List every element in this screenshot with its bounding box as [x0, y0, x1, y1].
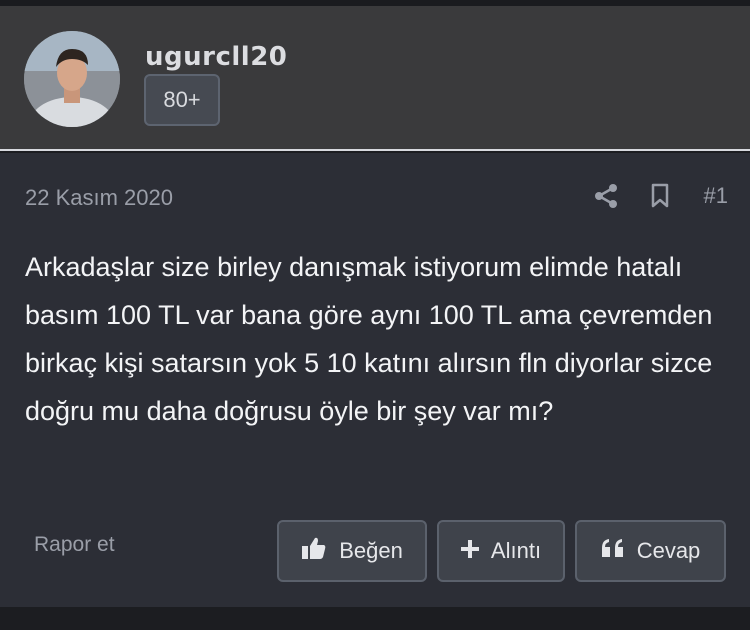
post-body: Arkadaşlar size birley danışmak istiyoru…	[25, 252, 713, 426]
share-icon[interactable]	[592, 181, 620, 211]
post-author-header: ugurcll20 80+	[0, 6, 750, 151]
reply-label: Cevap	[636, 538, 701, 563]
bookmark-icon[interactable]	[646, 181, 674, 211]
thumbs-up-icon	[301, 536, 327, 566]
username[interactable]: ugurcll20	[145, 42, 287, 72]
quote-button[interactable]: Alıntı	[437, 520, 565, 582]
quote-label: Alıntı	[490, 538, 542, 563]
quote-marks-icon	[601, 538, 625, 564]
bottom-strip	[0, 607, 750, 630]
post: 22 Kasım 2020 #1 Arkadaşlar size birley …	[0, 153, 750, 607]
plus-icon	[460, 538, 479, 564]
like-button[interactable]: Beğen	[277, 520, 427, 582]
report-link[interactable]: Rapor et	[34, 533, 115, 557]
post-date[interactable]: 22 Kasım 2020	[25, 185, 173, 211]
post-top-actions: #1	[592, 181, 728, 211]
reply-button[interactable]: Cevap	[575, 520, 726, 582]
user-badge: 80+	[144, 74, 220, 126]
post-number-link[interactable]: #1	[704, 183, 728, 209]
avatar[interactable]	[24, 31, 120, 127]
like-label: Beğen	[339, 538, 403, 563]
